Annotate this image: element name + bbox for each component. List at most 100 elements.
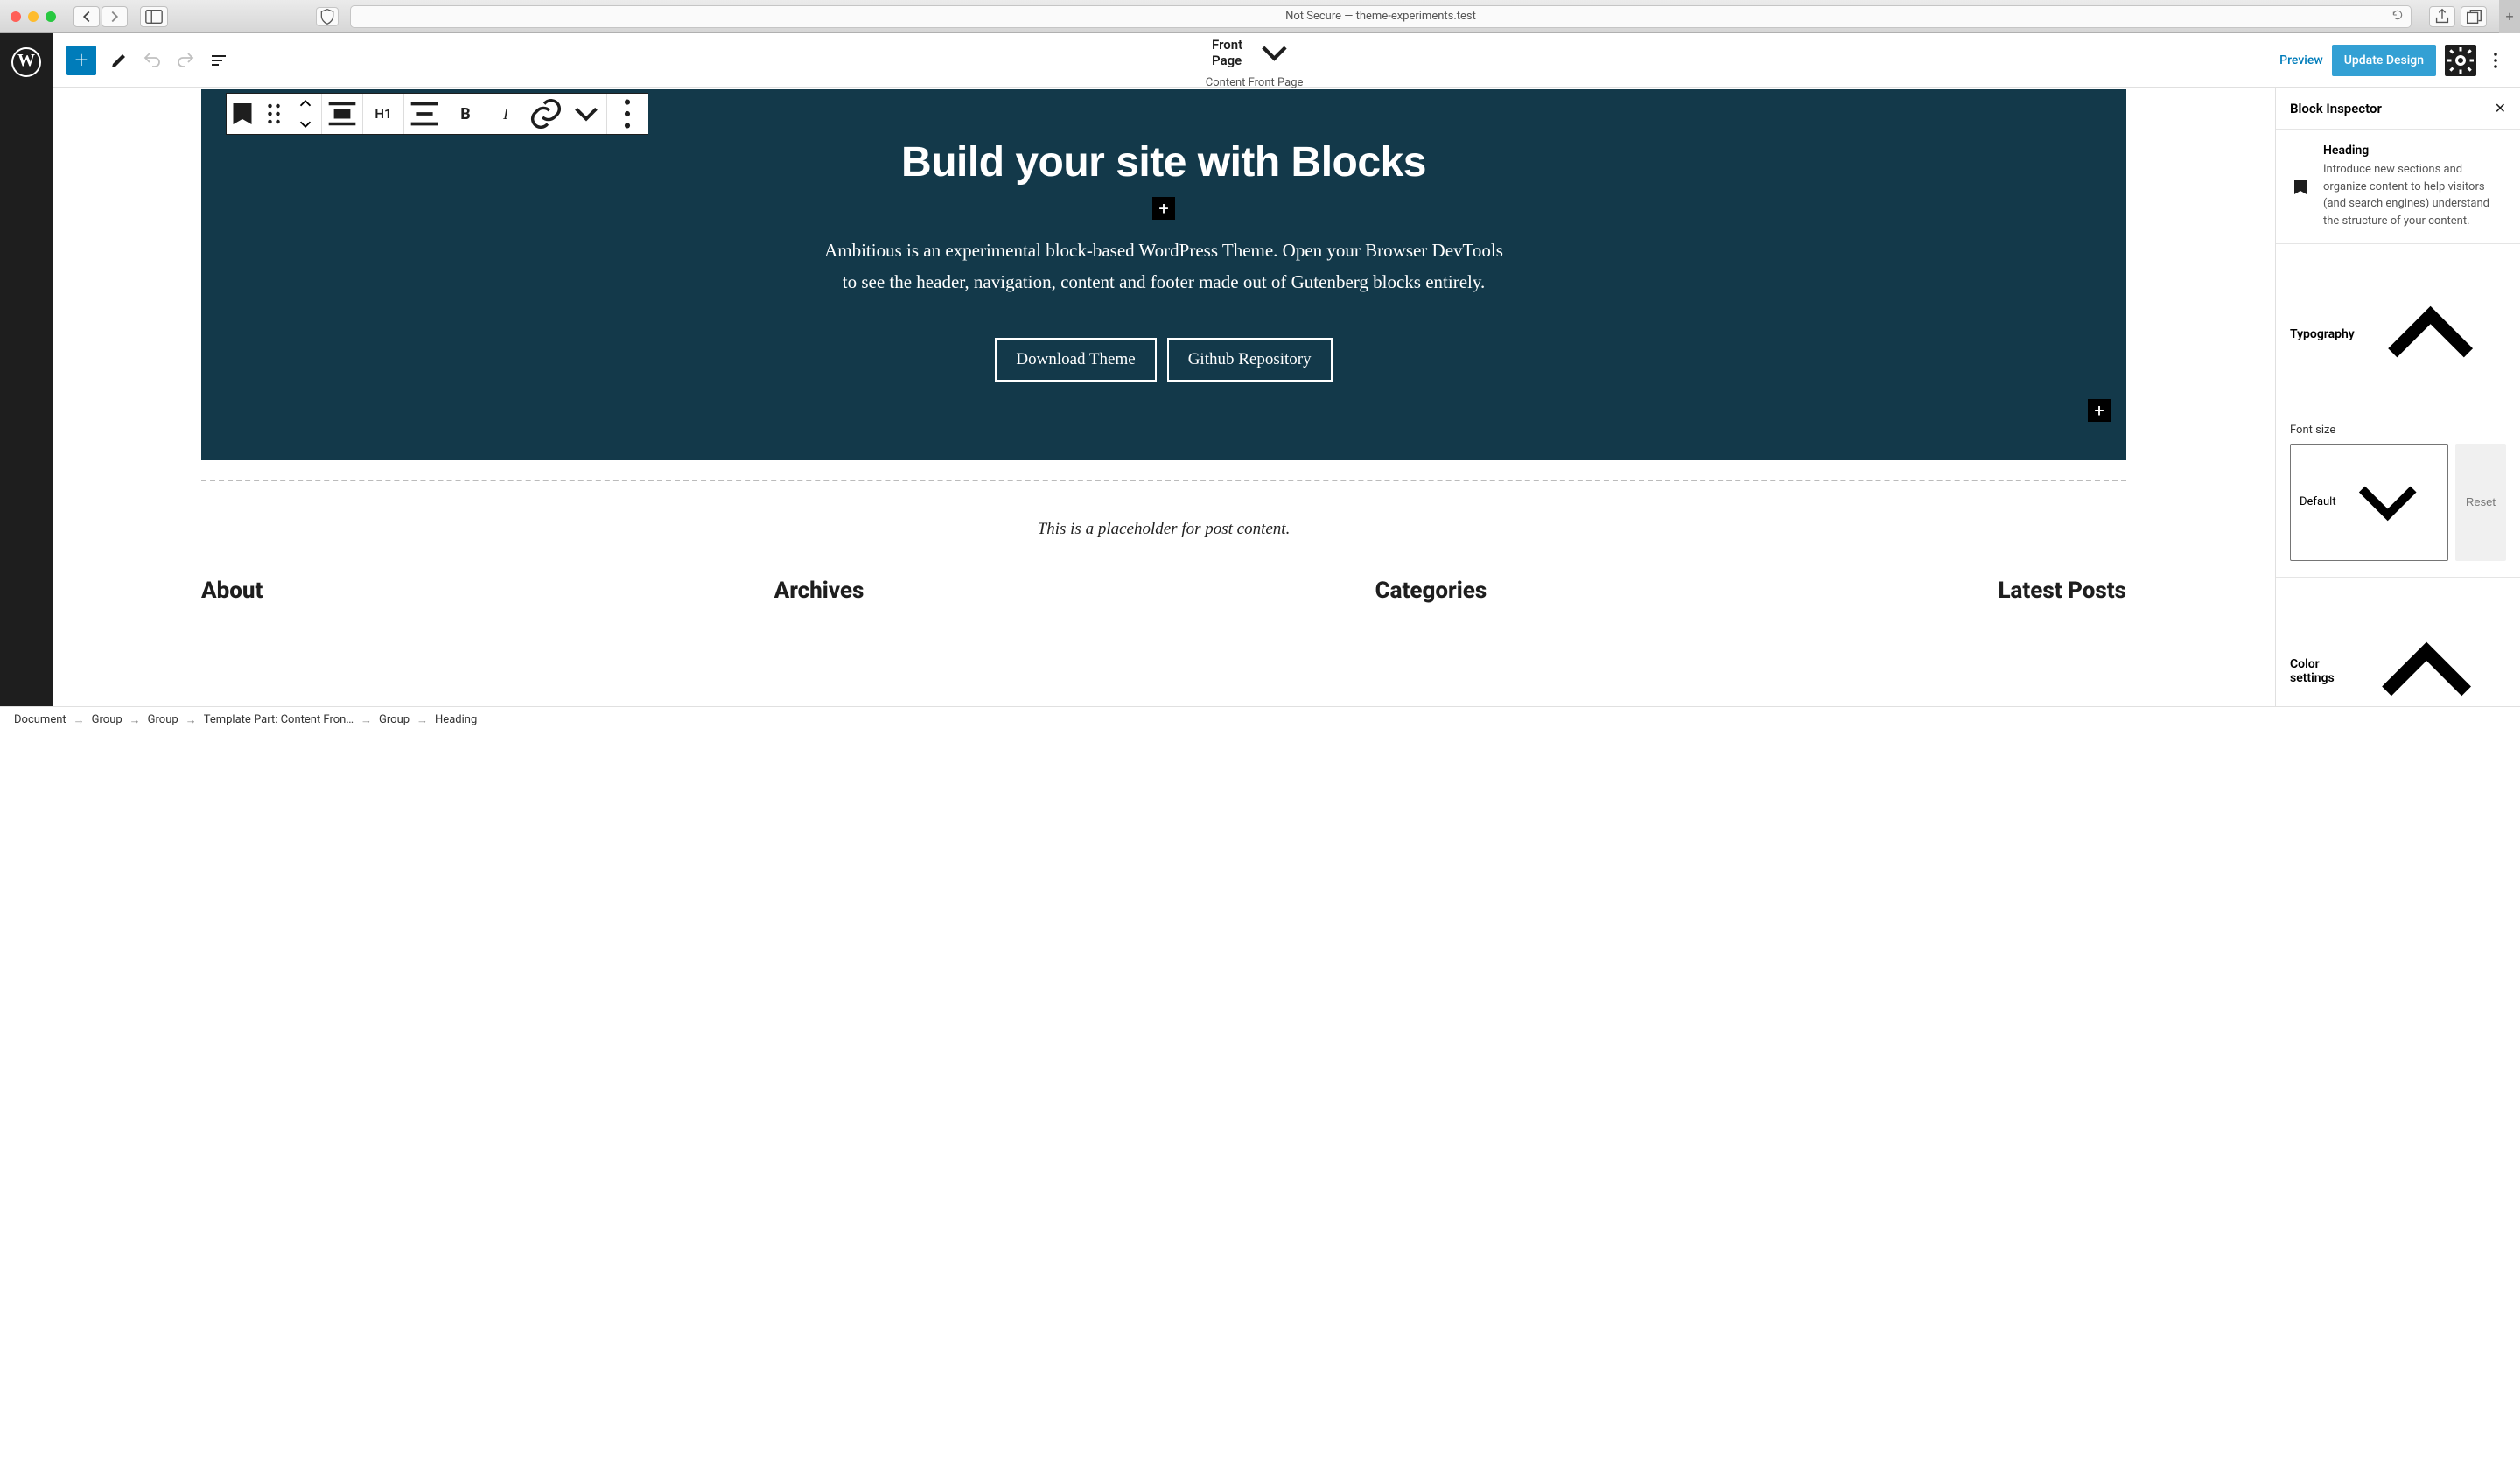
template-title-row[interactable]: Front Page (1212, 31, 1297, 75)
close-window-button[interactable] (10, 11, 21, 22)
heading-block-icon (2290, 144, 2311, 229)
inspector-title: Block Inspector (2290, 101, 2382, 116)
topbar-left: + (66, 46, 229, 75)
footer-col-archives[interactable]: Archives (774, 578, 864, 604)
download-theme-button[interactable]: Download Theme (995, 338, 1156, 382)
wordpress-logo-icon[interactable] (11, 47, 41, 77)
breadcrumb-item[interactable]: Template Part: Content Fron… (204, 713, 354, 726)
chevron-up-icon (2347, 592, 2506, 706)
more-rich-text-button[interactable] (566, 94, 606, 134)
block-more-options-button[interactable] (607, 94, 648, 134)
chevron-up-icon (290, 94, 321, 113)
heading-level-button[interactable]: H1 (363, 94, 403, 134)
browser-right-controls (2429, 6, 2487, 27)
topbar-center: Front Page Content Front Page (229, 31, 2279, 90)
undo-button[interactable] (142, 50, 163, 71)
chevron-up-icon (2355, 258, 2506, 410)
move-up-down[interactable] (290, 94, 321, 134)
chevron-down-icon (1252, 31, 1297, 75)
hero-block[interactable]: Build your site with Blocks + Ambitious … (201, 89, 2126, 460)
breadcrumb-separator-icon: → (360, 713, 372, 727)
forward-button[interactable] (102, 6, 128, 27)
list-view-button[interactable] (208, 50, 229, 71)
color-panel-header[interactable]: Color settings (2276, 578, 2520, 706)
footer-col-latest-posts[interactable]: Latest Posts (1998, 578, 2126, 604)
settings-button[interactable] (2445, 45, 2476, 76)
chevron-down-icon (290, 115, 321, 134)
breadcrumb-separator-icon: → (186, 713, 197, 727)
edit-tool-icon[interactable] (108, 50, 130, 71)
add-block-button[interactable]: + (66, 46, 96, 75)
breadcrumb-item[interactable]: Group (148, 713, 178, 726)
github-repo-button[interactable]: Github Repository (1167, 338, 1333, 382)
footer-col-categories[interactable]: Categories (1376, 578, 1488, 604)
color-settings-title: Color settings (2290, 657, 2347, 685)
typography-title: Typography (2290, 327, 2355, 341)
font-size-value: Default (2300, 495, 2336, 508)
hero-description[interactable]: Ambitious is an experimental block-based… (822, 235, 1505, 298)
topbar-right: Preview Update Design (2279, 45, 2506, 76)
update-design-button[interactable]: Update Design (2332, 45, 2436, 76)
inspector-block-name: Heading (2323, 144, 2506, 158)
new-tab-button[interactable]: + (2499, 0, 2520, 33)
app: + Front Page Content Front Page Preview … (0, 33, 2520, 706)
block-inspector-sidebar: Block Inspector ✕ Heading Introduce new … (2275, 88, 2520, 706)
breadcrumb-item[interactable]: Heading (435, 713, 477, 726)
color-settings-panel: Color settings Text Color Clear Backgrou… (2276, 578, 2520, 706)
breadcrumb-item[interactable]: Group (92, 713, 122, 726)
traffic-lights (10, 11, 56, 22)
share-button[interactable] (2429, 6, 2455, 27)
bold-button[interactable]: B (445, 94, 486, 134)
inspector-block-info: Heading Introduce new sections and organ… (2276, 130, 2520, 244)
editor-canvas[interactable]: H1 B I Build your site with B (52, 88, 2275, 706)
text-align-button[interactable] (404, 94, 444, 134)
align-button[interactable] (322, 94, 362, 134)
font-size-select[interactable]: Default (2290, 444, 2448, 560)
privacy-shield-icon[interactable] (316, 7, 339, 26)
reload-icon[interactable] (2391, 9, 2404, 25)
chevron-down-icon (2336, 451, 2439, 553)
sidebar-toggle-button[interactable] (140, 6, 168, 27)
breadcrumb-item[interactable]: Document (14, 713, 66, 726)
content-row: H1 B I Build your site with B (52, 88, 2520, 706)
add-block-corner-button[interactable]: + (2088, 399, 2110, 422)
breadcrumb-separator-icon: → (416, 713, 428, 727)
maximize-window-button[interactable] (46, 11, 56, 22)
block-type-icon[interactable] (227, 94, 258, 134)
footer-columns: About Archives Categories Latest Posts (201, 578, 2126, 621)
add-block-inline-button[interactable]: + (1152, 197, 1175, 220)
breadcrumb-bar: Document → Group → Group → Template Part: Cont… (0, 706, 2520, 732)
breadcrumb-separator-icon: → (130, 713, 141, 727)
wp-admin-bar (0, 33, 52, 706)
footer-col-about[interactable]: About (201, 578, 262, 604)
typography-panel-body: Font size Default Reset (2276, 424, 2520, 576)
close-inspector-button[interactable]: ✕ (2495, 100, 2506, 116)
back-button[interactable] (74, 6, 100, 27)
hero-buttons: Download Theme Github Repository (236, 338, 2091, 382)
typography-panel-header[interactable]: Typography (2276, 244, 2520, 424)
editor-topbar: + Front Page Content Front Page Preview … (52, 33, 2520, 88)
canvas-inner: Build your site with Blocks + Ambitious … (52, 89, 2275, 621)
italic-button[interactable]: I (486, 94, 526, 134)
redo-button[interactable] (175, 50, 196, 71)
preview-button[interactable]: Preview (2279, 53, 2323, 67)
font-size-reset-button[interactable]: Reset (2455, 444, 2506, 560)
breadcrumb-item[interactable]: Group (379, 713, 410, 726)
inspector-block-description: Introduce new sections and organize cont… (2323, 161, 2506, 229)
more-options-button[interactable] (2485, 45, 2506, 76)
browser-chrome: Not Secure — theme-experiments.test + (0, 0, 2520, 33)
template-title: Front Page (1212, 37, 1245, 68)
typography-panel: Typography Font size Default Reset (2276, 244, 2520, 578)
tabs-button[interactable] (2460, 6, 2487, 27)
block-toolbar: H1 B I (226, 93, 648, 135)
breadcrumb-separator-icon: → (74, 713, 85, 727)
drag-handle-icon[interactable] (258, 94, 290, 134)
url-bar[interactable]: Not Secure — theme-experiments.test (350, 5, 2412, 28)
post-content-placeholder[interactable]: This is a placeholder for post content. (201, 481, 2126, 578)
link-button[interactable] (526, 94, 566, 134)
inspector-header: Block Inspector ✕ (2276, 88, 2520, 130)
font-size-label: Font size (2290, 424, 2506, 437)
minimize-window-button[interactable] (28, 11, 38, 22)
main-column: + Front Page Content Front Page Preview … (52, 33, 2520, 706)
hero-heading[interactable]: Build your site with Blocks (236, 138, 2091, 186)
